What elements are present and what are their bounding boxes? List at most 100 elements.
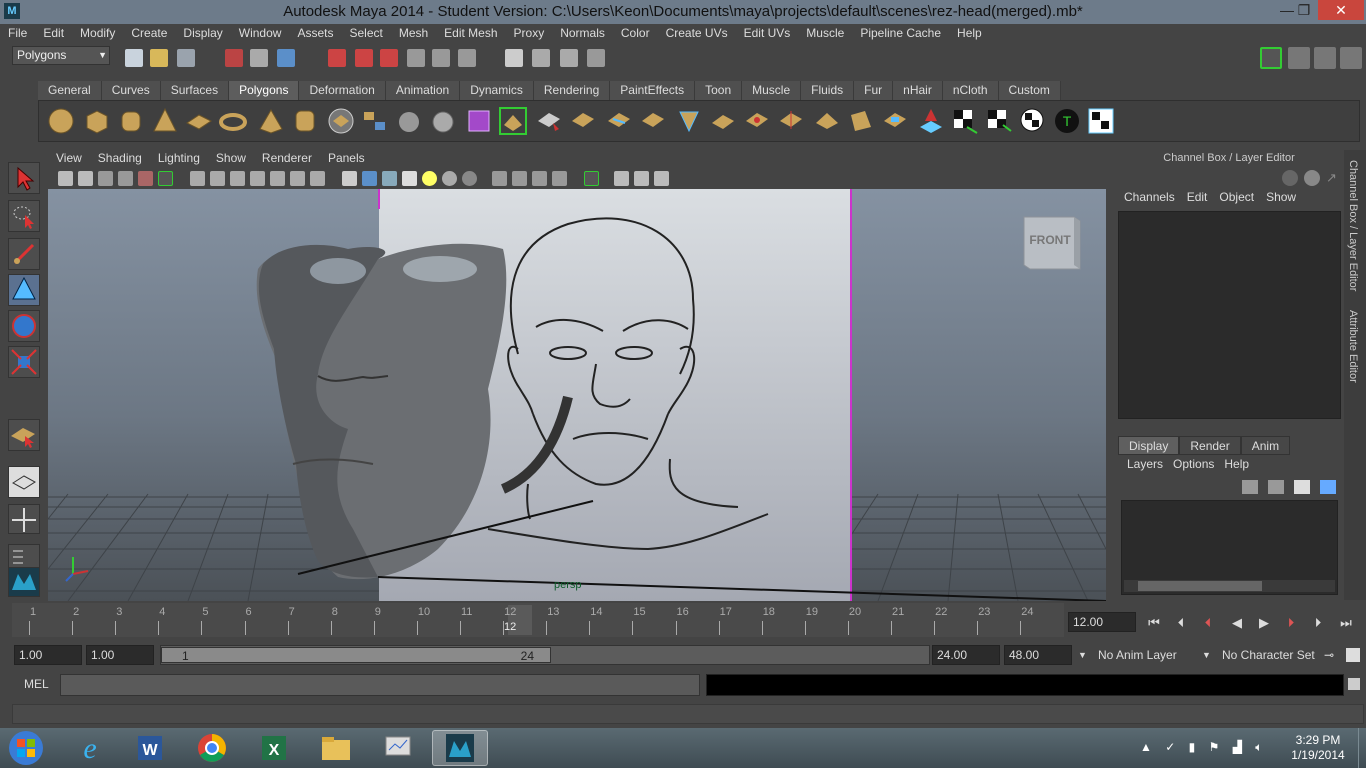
- collapse-icon[interactable]: [847, 107, 875, 135]
- safe-action-icon[interactable]: [270, 171, 285, 186]
- layer-menu-help[interactable]: Help: [1219, 457, 1254, 471]
- mel-label[interactable]: MEL: [24, 677, 49, 691]
- bridge-icon[interactable]: [535, 107, 563, 135]
- menu-modify[interactable]: Modify: [72, 24, 123, 43]
- bookmark-icon[interactable]: [78, 171, 93, 186]
- menu-proxy[interactable]: Proxy: [506, 24, 553, 43]
- grease-pencil-icon[interactable]: [138, 171, 153, 186]
- pin-icon[interactable]: ↗: [1326, 170, 1342, 186]
- poke-face-icon[interactable]: [709, 107, 737, 135]
- select-tool-button[interactable]: [8, 162, 40, 194]
- extract-icon[interactable]: [395, 107, 423, 135]
- channel-box-toggle-icon[interactable]: [1340, 47, 1362, 69]
- panel-menu-view[interactable]: View: [48, 149, 90, 168]
- offset-edge-loop-icon[interactable]: [675, 107, 703, 135]
- extrude-icon[interactable]: [499, 107, 527, 135]
- duplicate-face-icon[interactable]: [777, 107, 805, 135]
- menu-display[interactable]: Display: [175, 24, 230, 43]
- new-layer-icon[interactable]: [1294, 480, 1310, 494]
- show-hidden-icons-icon[interactable]: ▲: [1140, 740, 1152, 754]
- maya-logo-button[interactable]: [8, 567, 40, 597]
- menu-assets[interactable]: Assets: [289, 24, 341, 43]
- xray-components-icon[interactable]: [552, 171, 567, 186]
- animation-start-field[interactable]: 1.00: [14, 645, 82, 665]
- tab-attribute-editor[interactable]: Attribute Editor: [1347, 310, 1359, 383]
- play-forwards-button[interactable]: ▶: [1254, 615, 1274, 631]
- unfold-uv-icon[interactable]: T: [1053, 107, 1081, 135]
- gate-mask-icon[interactable]: [230, 171, 245, 186]
- poly-pipe-icon[interactable]: [291, 107, 319, 135]
- network-shield-icon[interactable]: ✓: [1165, 740, 1175, 754]
- menu-normals[interactable]: Normals: [552, 24, 613, 43]
- taskbar-chrome[interactable]: [184, 730, 240, 766]
- panel-menu-shading[interactable]: Shading: [90, 149, 150, 168]
- panel-menu-lighting[interactable]: Lighting: [150, 149, 208, 168]
- default-lighting-icon[interactable]: [422, 171, 437, 186]
- tab-animation[interactable]: Animation: [385, 81, 461, 100]
- menu-edit-mesh[interactable]: Edit Mesh: [436, 24, 505, 43]
- combine-icon[interactable]: [327, 107, 355, 135]
- menu-create-uvs[interactable]: Create UVs: [658, 24, 736, 43]
- auto-key-icon[interactable]: ⊸: [1324, 645, 1334, 665]
- automatic-mapping-icon[interactable]: [917, 107, 945, 135]
- tab-ncloth[interactable]: nCloth: [942, 81, 999, 100]
- isolate-select-icon[interactable]: [492, 171, 507, 186]
- channel-box-layer-toggle-icon[interactable]: [1282, 170, 1298, 186]
- menu-file[interactable]: File: [0, 24, 35, 43]
- taskbar-clock[interactable]: 3:29 PM 1/19/2014: [1278, 733, 1358, 763]
- play-backwards-button[interactable]: ◀: [1227, 615, 1247, 631]
- tab-display[interactable]: Display: [1118, 436, 1180, 455]
- uv-texture-editor-icon[interactable]: [1087, 107, 1115, 135]
- layer-horizontal-scrollbar[interactable]: [1124, 580, 1335, 592]
- menu-window[interactable]: Window: [231, 24, 290, 43]
- close-button[interactable]: ✕: [1318, 0, 1364, 20]
- time-slider[interactable]: 12 1 2 3 4 5 6 7 8 9 10 11 12 13 14 15 16 17 18 19 20 21 22 23…: [12, 603, 1064, 637]
- select-object-icon[interactable]: [250, 49, 268, 67]
- separate-icon[interactable]: [361, 107, 389, 135]
- render-frame-icon[interactable]: [532, 49, 550, 67]
- image-plane-icon[interactable]: [98, 171, 113, 186]
- panel-menu-panels[interactable]: Panels: [320, 149, 373, 168]
- step-back-frame-button[interactable]: ⏴: [1198, 615, 1218, 631]
- poly-pyramid-icon[interactable]: [257, 107, 285, 135]
- poly-cylinder-icon[interactable]: [117, 107, 145, 135]
- lasso-tool-button[interactable]: [8, 200, 40, 232]
- snap-grid-icon[interactable]: [328, 49, 346, 67]
- history-icon[interactable]: [458, 49, 476, 67]
- film-gate-icon[interactable]: [190, 171, 205, 186]
- range-slider-handle[interactable]: 1 24: [161, 647, 551, 663]
- show-desktop-button[interactable]: [1358, 728, 1366, 768]
- current-frame-field[interactable]: 12.00: [1068, 612, 1136, 632]
- wedge-face-icon[interactable]: [743, 107, 771, 135]
- poly-torus-icon[interactable]: [219, 107, 247, 135]
- move-tool-button[interactable]: [8, 274, 40, 306]
- tab-painteffects[interactable]: PaintEffects: [610, 81, 696, 100]
- volume-icon[interactable]: 🔈︎: [1255, 740, 1262, 754]
- tab-dynamics[interactable]: Dynamics: [460, 81, 534, 100]
- tab-fur[interactable]: Fur: [854, 81, 894, 100]
- perspective-viewport[interactable]: FRONT persp: [48, 189, 1106, 601]
- cb-menu-object[interactable]: Object: [1213, 190, 1260, 204]
- menu-set-select[interactable]: Polygons ▼: [12, 46, 110, 65]
- merge-vertices-icon[interactable]: [813, 107, 841, 135]
- new-layer-selected-icon[interactable]: [1320, 480, 1336, 494]
- menu-color[interactable]: Color: [613, 24, 658, 43]
- snap-plane-icon[interactable]: [407, 49, 425, 67]
- menu-edit-uvs[interactable]: Edit UVs: [736, 24, 799, 43]
- mel-command-input[interactable]: [60, 674, 700, 696]
- field-chart-icon[interactable]: [250, 171, 265, 186]
- shadows-icon[interactable]: [462, 171, 477, 186]
- attribute-toggle-icon[interactable]: [1304, 170, 1320, 186]
- tab-fluids[interactable]: Fluids: [801, 81, 855, 100]
- menu-create[interactable]: Create: [123, 24, 175, 43]
- tab-polygons[interactable]: Polygons: [229, 81, 300, 100]
- step-forward-key-button[interactable]: ⏵: [1308, 615, 1328, 631]
- xray-joints-icon[interactable]: [532, 171, 547, 186]
- smooth-icon[interactable]: [429, 107, 457, 135]
- wifi-signal-icon[interactable]: ▟: [1233, 740, 1242, 754]
- tab-anim[interactable]: Anim: [1240, 436, 1291, 455]
- poly-cube-icon[interactable]: [83, 107, 111, 135]
- anim-layer-select[interactable]: No Anim Layer: [1098, 645, 1177, 665]
- action-center-flag-icon[interactable]: ⚑: [1209, 740, 1220, 754]
- ipr-render-icon[interactable]: [560, 49, 578, 67]
